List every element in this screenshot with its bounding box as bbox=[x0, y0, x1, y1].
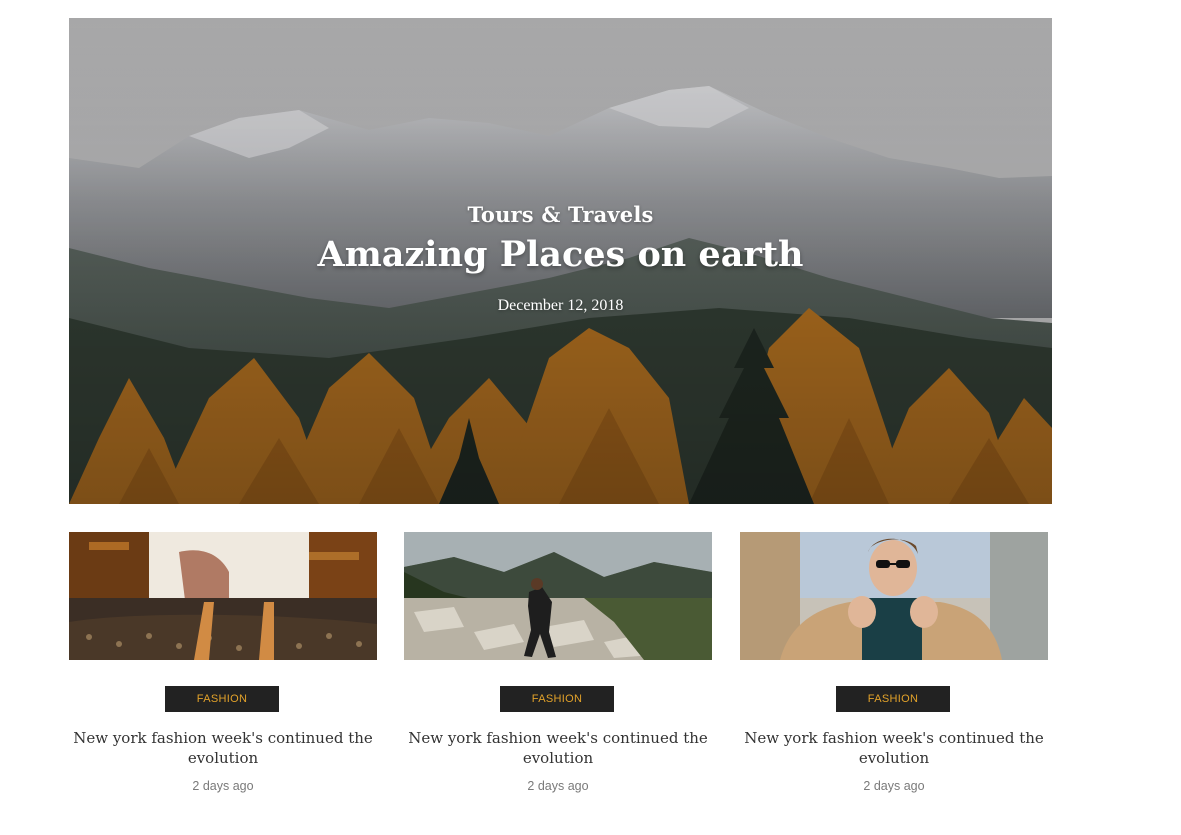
handbag-image bbox=[69, 532, 377, 660]
man-in-coat-image bbox=[740, 532, 1048, 660]
card-title[interactable]: New york fashion week's continued the ev… bbox=[740, 728, 1048, 768]
category-badge[interactable]: FASHION bbox=[500, 686, 614, 712]
category-badge[interactable]: FASHION bbox=[165, 686, 279, 712]
hero-banner[interactable]: Tours & Travels Amazing Places on earth … bbox=[69, 18, 1052, 504]
card-thumbnail[interactable] bbox=[69, 532, 377, 660]
hero-date: December 12, 2018 bbox=[497, 297, 624, 314]
card-thumbnail[interactable] bbox=[740, 532, 1048, 660]
card-title[interactable]: New york fashion week's continued the ev… bbox=[404, 728, 712, 768]
card-title[interactable]: New york fashion week's continued the ev… bbox=[69, 728, 377, 768]
card-thumbnail[interactable] bbox=[404, 532, 712, 660]
card-timestamp: 2 days ago bbox=[863, 779, 925, 793]
article-card[interactable]: FASHION New york fashion week's continue… bbox=[69, 532, 377, 802]
article-card[interactable]: FASHION New york fashion week's continue… bbox=[740, 532, 1048, 802]
article-card[interactable]: FASHION New york fashion week's continue… bbox=[404, 532, 712, 802]
hero-category[interactable]: Tours & Travels bbox=[69, 202, 1052, 227]
hero-title[interactable]: Amazing Places on earth bbox=[69, 234, 1052, 275]
card-timestamp: 2 days ago bbox=[527, 779, 589, 793]
card-timestamp: 2 days ago bbox=[192, 779, 254, 793]
category-badge[interactable]: FASHION bbox=[836, 686, 950, 712]
hiker-image bbox=[404, 532, 712, 660]
